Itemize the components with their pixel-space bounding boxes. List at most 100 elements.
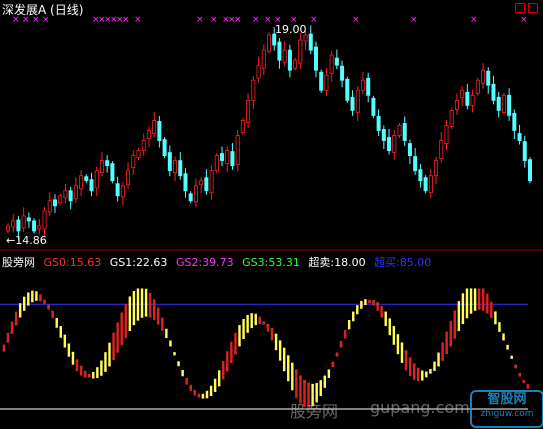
watermark-right: gupang.com: [370, 398, 470, 417]
candle-body: [413, 156, 418, 172]
indicator-bar-fast: [356, 305, 359, 315]
indicator-bar-fast: [181, 370, 184, 377]
indicator-bar-fast: [437, 352, 440, 367]
indicator-bar-fast: [295, 369, 298, 398]
candle-body: [84, 176, 89, 182]
candle-body: [230, 151, 235, 167]
indicator-bar-fast: [116, 322, 119, 353]
candle-body: [120, 185, 125, 198]
legend-gs0: GS0:15.63: [43, 256, 102, 269]
candle-body: [428, 175, 433, 194]
signal-marker: ×: [470, 15, 478, 25]
candle-body: [491, 83, 496, 101]
indicator-bar-fast: [14, 311, 18, 326]
candle-body: [522, 141, 527, 162]
candle-body: [52, 199, 57, 207]
indicator-bar-fast: [388, 318, 391, 336]
indicator-bar-fast: [465, 288, 469, 319]
candle-body: [465, 91, 470, 106]
candle-body: [407, 143, 412, 157]
candle-body: [460, 89, 465, 98]
indicator-bar-fast: [92, 371, 95, 379]
indicator-bar-fast: [352, 311, 355, 322]
candle-body: [21, 215, 26, 229]
close-icon[interactable]: [528, 3, 538, 13]
indicator-bar-fast: [39, 294, 42, 302]
candle-body: [470, 94, 475, 106]
candle-body: [246, 99, 251, 123]
candle-body: [387, 137, 392, 151]
indicator-bar-fast: [242, 319, 245, 339]
chart-window[interactable]: × × × × × × × × × × × × × × × × × × × × × × × × × 深发展A (日线) 19.0…: [0, 0, 543, 429]
candle-body: [173, 160, 178, 174]
candle-body: [334, 57, 339, 66]
indicator-bar-fast: [165, 328, 168, 339]
candle-body: [439, 140, 444, 160]
candle-body: [235, 135, 240, 166]
indicator-bar-fast: [63, 334, 67, 348]
indicator-bar-fast: [136, 288, 140, 321]
indicator-bar-fast: [35, 291, 38, 301]
indicator-bar-fast: [88, 374, 91, 378]
indicator-bar-fast: [461, 293, 465, 325]
candle-body: [214, 155, 219, 172]
candle-body: [256, 64, 261, 79]
candle-body: [517, 133, 522, 141]
candle-body: [126, 170, 131, 186]
indicator-legend: 股旁网 GS0:15.63 GS1:22.63 GS2:39.73 GS3:53…: [2, 254, 436, 270]
signal-marker: ×: [310, 15, 318, 25]
legend-gs1: GS1:22.63: [109, 256, 168, 269]
indicator-bar-fast: [43, 299, 46, 304]
candle-body: [282, 49, 287, 63]
indicator-bar-fast: [51, 310, 54, 319]
indicator-bar-fast: [445, 331, 448, 354]
candle-body: [199, 180, 204, 186]
signal-marker: ×: [122, 15, 130, 25]
signal-marker: ×: [134, 15, 142, 25]
candle-body: [501, 94, 506, 113]
indicator-bar-fast: [193, 390, 197, 396]
indicator-bar-fast: [47, 304, 50, 310]
candle-body: [94, 170, 99, 189]
indicator-bar-fast: [250, 313, 253, 329]
candle-body: [79, 175, 84, 190]
chart-canvas[interactable]: × × × × ×××××× × × × ××× × × × × × × × × ×: [0, 0, 543, 429]
indicator-bar-fast: [152, 299, 156, 321]
indicator-bar-fast: [278, 340, 282, 361]
indicator-bar-fast: [510, 355, 513, 359]
restore-icon[interactable]: [515, 3, 525, 13]
indicator-bar-fast: [282, 347, 286, 372]
indicator-bar-fast: [238, 325, 241, 347]
indicator-bar-fast: [6, 332, 10, 343]
indicator-bar-fast: [254, 313, 257, 326]
logo-text: 智股网: [487, 392, 527, 407]
candle-body: [240, 120, 245, 133]
logo-box: 智股网 zhiguw.com: [470, 390, 543, 428]
candle-body: [392, 135, 397, 153]
indicator-bar-fast: [209, 385, 213, 396]
candle-body: [418, 169, 423, 182]
candle-body: [6, 225, 11, 232]
indicator-layer: [0, 288, 530, 410]
indicator-bar-fast: [506, 344, 509, 350]
indicator-bar-fast: [169, 340, 172, 347]
candle-body: [183, 173, 188, 192]
indicator-bar-fast: [31, 290, 34, 303]
indicator-bar-fast: [258, 316, 262, 324]
low-price-label: ←14.86: [6, 234, 47, 247]
indicator-bar-fast: [274, 333, 278, 351]
indicator-bar-fast: [522, 379, 526, 384]
candle-body: [376, 116, 381, 131]
indicator-bar-fast: [75, 359, 79, 372]
indicator-bar-fast: [360, 300, 363, 309]
candle-body: [225, 150, 230, 165]
indicator-bar-fast: [372, 300, 375, 306]
indicator-bar-fast: [177, 361, 180, 367]
indicator-bar-fast: [400, 342, 404, 363]
candle-body: [512, 113, 517, 131]
indicator-bar-fast: [404, 350, 408, 371]
indicator-bar-fast: [518, 372, 521, 377]
candle-body: [449, 109, 454, 127]
candle-body: [496, 96, 501, 111]
candle-body: [528, 159, 533, 182]
